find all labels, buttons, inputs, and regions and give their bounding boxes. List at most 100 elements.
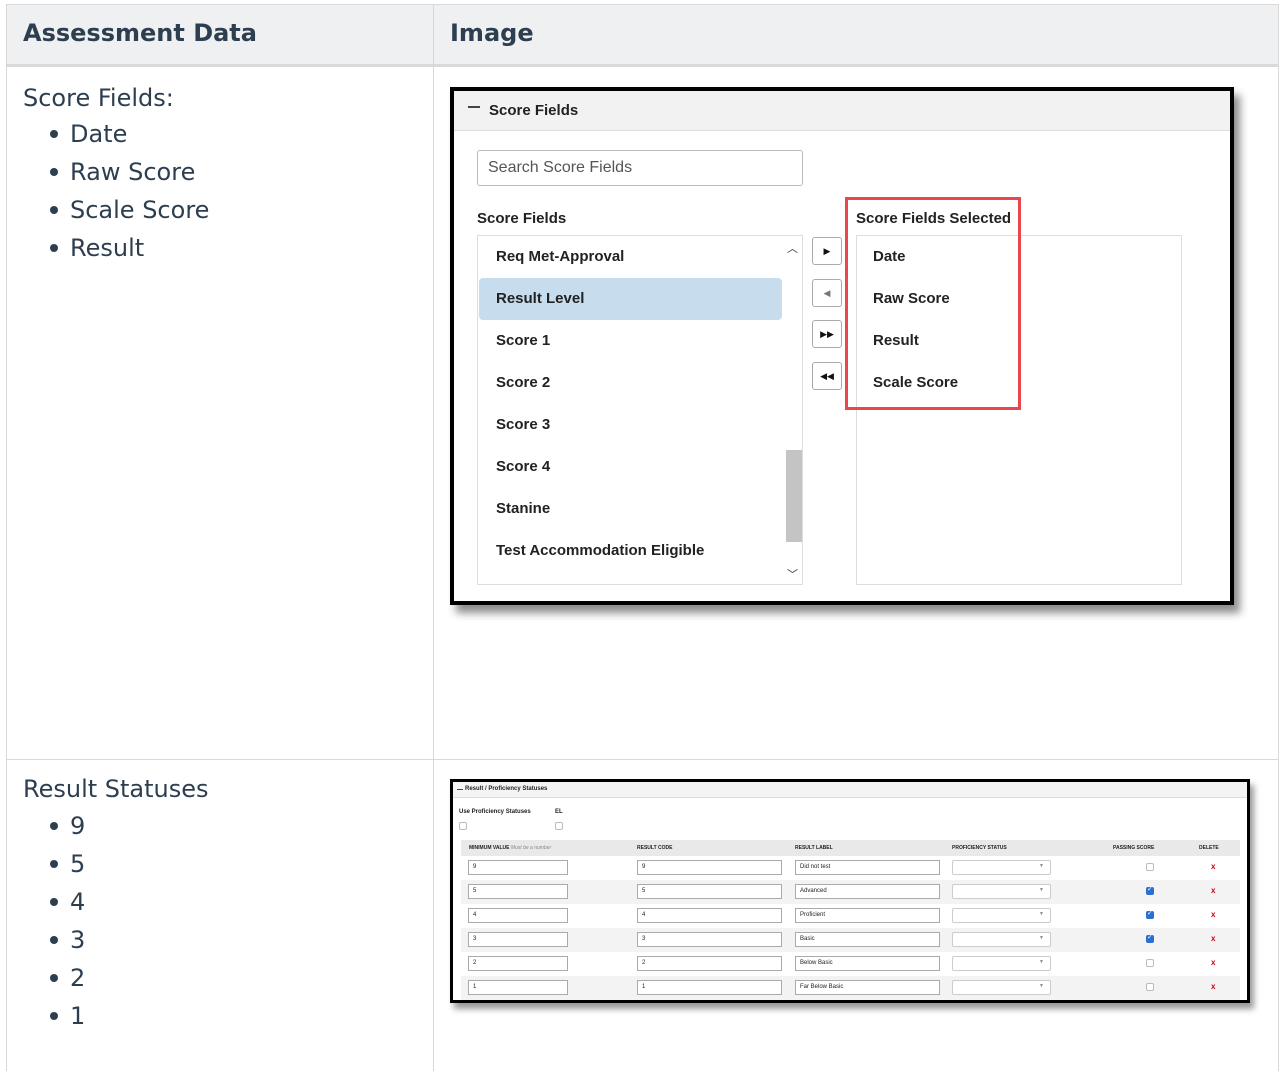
- column-header: RESULT LABEL: [795, 845, 833, 851]
- table-row: 9 9 Did not test ▼ x: [461, 856, 1240, 880]
- table-row: 4 4 Proficient ▼ x: [461, 904, 1240, 928]
- result-code-input[interactable]: 4: [637, 908, 782, 923]
- result-code-input[interactable]: 9: [637, 860, 782, 875]
- result-statuses-label: Result Statuses: [23, 775, 209, 803]
- collapse-icon[interactable]: [457, 789, 463, 790]
- min-value-input[interactable]: 3: [468, 932, 568, 947]
- min-value-hint: Must be a number: [510, 845, 552, 851]
- list-item[interactable]: Score 1: [479, 320, 782, 362]
- result-label-input[interactable]: Proficient: [795, 908, 940, 923]
- min-value-header: MINIMUM VALUE: [469, 845, 510, 851]
- header-image: Image: [450, 19, 534, 47]
- result-label-input[interactable]: Below Basic: [795, 956, 940, 971]
- column-header: PASSING SCORE: [1113, 845, 1155, 851]
- proficiency-status-select[interactable]: ▼: [952, 980, 1051, 995]
- table-header-row: MINIMUM VALUE Must be a number RESULT CO…: [461, 840, 1240, 856]
- caret-down-icon: ▼: [1039, 911, 1044, 917]
- table-row: 1 1 Far Below Basic ▼ x: [461, 976, 1240, 1000]
- result-label-input[interactable]: Advanced: [795, 884, 940, 899]
- passing-score-checkbox[interactable]: [1146, 933, 1154, 943]
- min-value-input[interactable]: 2: [468, 956, 568, 971]
- list-item-selected[interactable]: Result Level: [479, 278, 782, 320]
- score-fields-list: Date Raw Score Scale Score Result: [7, 115, 209, 267]
- passing-score-checkbox[interactable]: [1146, 909, 1154, 919]
- delete-icon[interactable]: x: [1211, 886, 1215, 895]
- score-fields-panel-header[interactable]: Score Fields: [454, 91, 1230, 131]
- result-label-input[interactable]: Did not test: [795, 860, 940, 875]
- el-checkbox[interactable]: [555, 822, 563, 830]
- min-value-input[interactable]: 9: [468, 860, 568, 875]
- list-item: Date: [7, 115, 209, 153]
- min-value-input[interactable]: 1: [468, 980, 568, 995]
- list-item: 5: [7, 845, 85, 883]
- available-fields-label: Score Fields: [477, 210, 567, 227]
- caret-down-icon: ▼: [1039, 983, 1044, 989]
- list-item: 1: [7, 997, 85, 1035]
- list-item: 9: [7, 807, 85, 845]
- caret-down-icon: ▼: [1039, 863, 1044, 869]
- score-fields-screenshot: Score Fields Score Fields Score Fields S…: [450, 87, 1234, 605]
- highlight-box: [845, 197, 1021, 410]
- passing-score-checkbox[interactable]: [1146, 959, 1154, 967]
- header-assessment-data: Assessment Data: [23, 19, 257, 47]
- add-all-fields-button[interactable]: ▶▶: [812, 320, 842, 348]
- result-code-input[interactable]: 5: [637, 884, 782, 899]
- delete-icon[interactable]: x: [1211, 982, 1215, 991]
- delete-icon[interactable]: x: [1211, 862, 1215, 871]
- scrollbar-thumb[interactable]: [786, 450, 802, 542]
- list-item[interactable]: Score 2: [479, 362, 782, 404]
- list-item[interactable]: Score 3: [479, 404, 782, 446]
- delete-icon[interactable]: x: [1211, 934, 1215, 943]
- list-item: 2: [7, 959, 85, 997]
- add-field-button[interactable]: ▶: [812, 237, 842, 265]
- use-proficiency-checkbox[interactable]: [459, 822, 467, 830]
- list-item: Result: [7, 229, 209, 267]
- min-value-input[interactable]: 5: [468, 884, 568, 899]
- search-score-fields-input[interactable]: [477, 150, 803, 186]
- caret-down-icon: ▼: [1039, 935, 1044, 941]
- delete-icon[interactable]: x: [1211, 910, 1215, 919]
- column-header: RESULT CODE: [637, 845, 673, 851]
- list-item[interactable]: Score 4: [479, 446, 782, 488]
- table-header-row: Assessment Data Image: [7, 4, 1278, 67]
- result-code-input[interactable]: 1: [637, 980, 782, 995]
- chevron-up-icon[interactable]: ︿: [787, 240, 798, 256]
- list-scrollbar[interactable]: ︿ ﹀: [782, 236, 802, 584]
- remove-all-fields-button[interactable]: ◀◀: [812, 362, 842, 390]
- result-label-input[interactable]: Basic: [795, 932, 940, 947]
- proficiency-status-select[interactable]: ▼: [952, 884, 1051, 899]
- delete-icon[interactable]: x: [1211, 958, 1215, 967]
- result-statuses-screenshot: Result / Proficiency Statuses Use Profic…: [450, 779, 1250, 1003]
- proficiency-status-select[interactable]: ▼: [952, 908, 1051, 923]
- result-panel-header[interactable]: Result / Proficiency Statuses: [453, 782, 1247, 798]
- caret-down-icon: ▼: [1039, 887, 1044, 893]
- use-proficiency-label: Use Proficiency Statuses: [459, 809, 531, 815]
- result-label-input[interactable]: Far Below Basic: [795, 980, 940, 995]
- passing-score-checkbox[interactable]: [1146, 885, 1154, 895]
- list-item[interactable]: Stanine: [479, 488, 782, 530]
- result-statuses-list: 9 5 4 3 2 1: [7, 807, 85, 1035]
- passing-score-checkbox[interactable]: [1146, 983, 1154, 991]
- column-header: DELETE: [1199, 845, 1219, 851]
- list-item: Scale Score: [7, 191, 209, 229]
- score-fields-panel-title: Score Fields: [489, 102, 579, 119]
- proficiency-status-select[interactable]: ▼: [952, 956, 1051, 971]
- passing-score-checkbox[interactable]: [1146, 863, 1154, 871]
- column-header: PROFICIENCY STATUS: [952, 845, 1007, 851]
- list-item: Raw Score: [7, 153, 209, 191]
- available-fields-list[interactable]: Req Met-Approval Result Level Score 1 Sc…: [477, 235, 803, 585]
- min-value-input[interactable]: 4: [468, 908, 568, 923]
- table-row: 3 3 Basic ▼ x: [461, 928, 1240, 952]
- caret-down-icon: ▼: [1039, 959, 1044, 965]
- proficiency-status-select[interactable]: ▼: [952, 932, 1051, 947]
- list-item: 4: [7, 883, 85, 921]
- result-code-input[interactable]: 2: [637, 956, 782, 971]
- proficiency-status-select[interactable]: ▼: [952, 860, 1051, 875]
- list-item[interactable]: Req Met-Approval: [479, 236, 782, 278]
- chevron-down-icon[interactable]: ﹀: [787, 566, 798, 582]
- score-fields-label: Score Fields:: [23, 84, 174, 112]
- result-code-input[interactable]: 3: [637, 932, 782, 947]
- list-item[interactable]: Test Accommodation Eligible: [479, 530, 782, 572]
- collapse-icon[interactable]: [468, 106, 480, 108]
- remove-field-button[interactable]: ◀: [812, 279, 842, 307]
